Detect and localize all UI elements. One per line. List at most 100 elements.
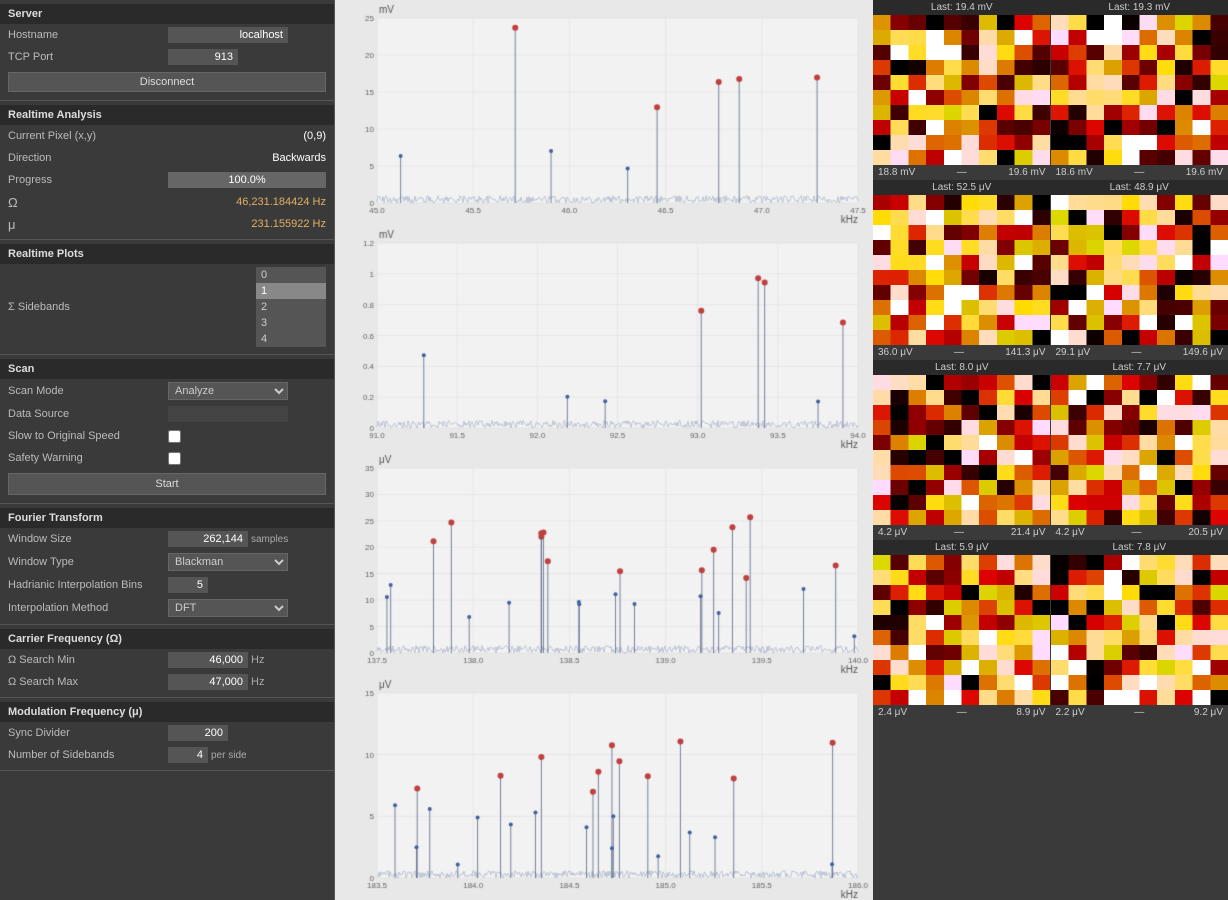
- direction-value: Backwards: [168, 152, 326, 164]
- sidebands-row: Σ Sidebands 0 1 2 3 4: [0, 264, 334, 350]
- heatmap-bottom-label-2: 36.0 μV—141.3 μV: [873, 345, 1051, 360]
- heatmap-canvas-7: [1051, 555, 1228, 705]
- interpolation-bins-row: Hadrianic Interpolation Bins: [0, 574, 334, 596]
- window-type-select[interactable]: Blackman Hann Hamming: [168, 553, 288, 571]
- progress-bar: 100.0%: [168, 172, 326, 188]
- current-pixel-row: Current Pixel (x,y) (0,9): [0, 125, 334, 147]
- heatmap-bottom-label-3: 29.1 μV—149.6 μV: [1051, 345, 1228, 360]
- heatmap-canvas-2: [873, 195, 1050, 345]
- heatmap-bottom-label-5: 4.2 μV—20.5 μV: [1051, 525, 1228, 540]
- heatmap-canvas-5: [1051, 375, 1228, 525]
- sideband-2[interactable]: 2: [256, 299, 326, 315]
- heatmap-canvas-3: [1051, 195, 1228, 345]
- interpolation-method-select[interactable]: DFT FFT: [168, 599, 288, 617]
- interpolation-method-label: Interpolation Method: [8, 602, 168, 614]
- omega-value: 46,231.184424 Hz: [168, 196, 326, 208]
- scan-mode-label: Scan Mode: [8, 385, 168, 397]
- mu-label: μ: [8, 217, 168, 232]
- window-size-input[interactable]: [168, 531, 248, 547]
- tcp-port-input[interactable]: [168, 49, 238, 65]
- scan-section: Scan Scan Mode Analyze Scan Data Source …: [0, 355, 334, 504]
- carrier-freq-section: Carrier Frequency (Ω) Ω Search Min Hz Ω …: [0, 625, 334, 698]
- slow-speed-label: Slow to Original Speed: [8, 430, 168, 442]
- num-sidebands-row: Number of Sidebands per side: [0, 744, 334, 766]
- heatmap-bottom-label-6: 2.4 μV—8.9 μV: [873, 705, 1051, 720]
- sideband-1[interactable]: 1: [256, 283, 326, 299]
- center-panel: [335, 0, 873, 900]
- heatmap-top-label-2: Last: 52.5 μV: [873, 180, 1051, 195]
- sync-divider-row: Sync Divider: [0, 722, 334, 744]
- slow-speed-checkbox[interactable]: [168, 430, 181, 443]
- fourier-section: Fourier Transform Window Size samples Wi…: [0, 504, 334, 625]
- scan-mode-select[interactable]: Analyze Scan: [168, 382, 288, 400]
- mu-value: 231.155922 Hz: [168, 218, 326, 230]
- heatmap-bottom-label-4: 4.2 μV—21.4 μV: [873, 525, 1051, 540]
- interpolation-bins-input[interactable]: [168, 577, 208, 593]
- heatmap-bottom-label-7: 2.2 μV—9.2 μV: [1051, 705, 1228, 720]
- data-source-input[interactable]: [168, 406, 288, 422]
- heatmap-cell-2: Last: 52.5 μV 36.0 μV—141.3 μV: [873, 180, 1051, 360]
- modulation-freq-section: Modulation Frequency (μ) Sync Divider Nu…: [0, 698, 334, 771]
- interpolation-method-row: Interpolation Method DFT FFT: [0, 596, 334, 620]
- left-panel: Server Hostname TCP Port Disconnect Real…: [0, 0, 335, 900]
- window-type-label: Window Type: [8, 556, 168, 568]
- realtime-plots-section: Realtime Plots Σ Sidebands 0 1 2 3 4: [0, 240, 334, 355]
- fourier-header: Fourier Transform: [0, 508, 334, 528]
- scan-mode-row: Scan Mode Analyze Scan: [0, 379, 334, 403]
- server-section: Server Hostname TCP Port Disconnect: [0, 0, 334, 101]
- tcp-port-row: TCP Port: [0, 46, 334, 68]
- data-source-label: Data Source: [8, 408, 168, 420]
- hostname-label: Hostname: [8, 29, 168, 41]
- omega-label: Ω: [8, 195, 168, 210]
- num-sidebands-unit: per side: [211, 750, 247, 761]
- current-pixel-label: Current Pixel (x,y): [8, 130, 168, 142]
- num-sidebands-label: Number of Sidebands: [8, 749, 168, 761]
- start-button[interactable]: Start: [8, 473, 326, 495]
- omega-max-input[interactable]: [168, 674, 248, 690]
- right-panel: Last: 19.4 mV18.8 mV—19.6 mVLast: 19.3 m…: [873, 0, 1228, 900]
- progress-bar-fill: 100.0%: [168, 172, 326, 188]
- disconnect-button[interactable]: Disconnect: [8, 72, 326, 92]
- heatmap-top-label-3: Last: 48.9 μV: [1051, 180, 1228, 195]
- safety-warning-label: Safety Warning: [8, 452, 168, 464]
- sidebands-label: Σ Sidebands: [8, 301, 168, 313]
- charts-canvas: [335, 0, 873, 900]
- heatmap-canvas-4: [873, 375, 1050, 525]
- heatmap-cell-7: Last: 7.8 μV 2.2 μV—9.2 μV: [1051, 540, 1228, 720]
- sidebands-listbox[interactable]: 0 1 2 3 4: [256, 267, 326, 347]
- sync-divider-input[interactable]: [168, 725, 228, 741]
- sideband-4[interactable]: 4: [256, 331, 326, 347]
- heatmap-bottom-label-0: 18.8 mV—19.6 mV: [873, 165, 1051, 180]
- scan-header: Scan: [0, 359, 334, 379]
- window-size-row: Window Size samples: [0, 528, 334, 550]
- omega-min-row: Ω Search Min Hz: [0, 649, 334, 671]
- omega-min-input[interactable]: [168, 652, 248, 668]
- omega-max-unit: Hz: [251, 676, 264, 688]
- heatmap-top-label-7: Last: 7.8 μV: [1051, 540, 1228, 555]
- omega-min-unit: Hz: [251, 654, 264, 666]
- hostname-input[interactable]: [168, 27, 288, 43]
- modulation-freq-header: Modulation Frequency (μ): [0, 702, 334, 722]
- heatmap-canvas-6: [873, 555, 1050, 705]
- heatmap-top-label-1: Last: 19.3 mV: [1051, 0, 1228, 15]
- window-type-row: Window Type Blackman Hann Hamming: [0, 550, 334, 574]
- heatmap-canvas-0: [873, 15, 1050, 165]
- heatmap-cell-5: Last: 7.7 μV 4.2 μV—20.5 μV: [1051, 360, 1228, 540]
- interpolation-bins-label: Hadrianic Interpolation Bins: [8, 579, 168, 591]
- progress-label: Progress: [8, 174, 168, 186]
- realtime-analysis-section: Realtime Analysis Current Pixel (x,y) (0…: [0, 101, 334, 240]
- heatmap-top-label-5: Last: 7.7 μV: [1051, 360, 1228, 375]
- progress-row: Progress 100.0%: [0, 169, 334, 191]
- heatmap-canvas-1: [1051, 15, 1228, 165]
- safety-warning-checkbox[interactable]: [168, 452, 181, 465]
- heatmap-bottom-label-1: 18.6 mV—19.6 mV: [1051, 165, 1228, 180]
- sideband-0[interactable]: 0: [256, 267, 326, 283]
- current-pixel-value: (0,9): [168, 130, 326, 142]
- omega-min-label: Ω Search Min: [8, 654, 168, 666]
- hostname-row: Hostname: [0, 24, 334, 46]
- heatmap-cell-0: Last: 19.4 mV18.8 mV—19.6 mV: [873, 0, 1051, 180]
- safety-warning-row: Safety Warning: [0, 447, 334, 469]
- sideband-3[interactable]: 3: [256, 315, 326, 331]
- num-sidebands-input[interactable]: [168, 747, 208, 763]
- direction-row: Direction Backwards: [0, 147, 334, 169]
